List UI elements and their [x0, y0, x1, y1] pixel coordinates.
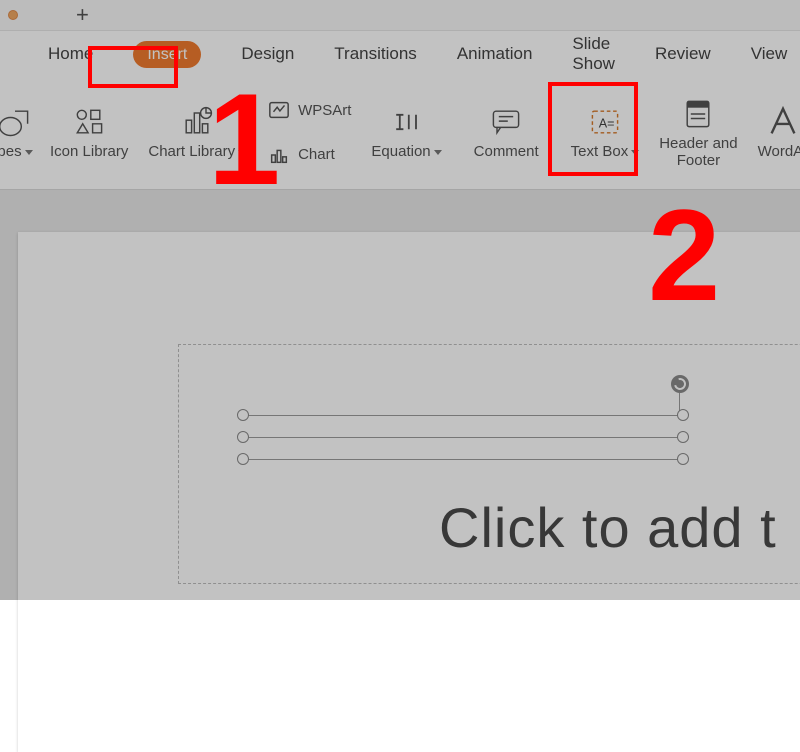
- slide[interactable]: Click to add t: [18, 232, 800, 752]
- tab-slideshow[interactable]: Slide Show: [568, 28, 619, 80]
- header-footer-button[interactable]: Header andFooter: [649, 76, 747, 189]
- menu-bar: Home Insert Design Transitions Animation…: [0, 30, 800, 76]
- rotate-handle-icon[interactable]: [671, 375, 689, 393]
- tab-insert[interactable]: Insert: [129, 38, 205, 70]
- tab-transitions[interactable]: Transitions: [330, 38, 421, 70]
- titlebar: +: [0, 0, 800, 30]
- resize-handle[interactable]: [677, 453, 689, 465]
- shapes-icon: [0, 102, 35, 142]
- icon-library-icon: [69, 102, 109, 142]
- wpsart-icon: [266, 97, 292, 123]
- resize-handle[interactable]: [237, 431, 249, 443]
- text-box-button[interactable]: A= Text Box: [561, 76, 650, 189]
- tab-design[interactable]: Design: [237, 38, 298, 70]
- comment-icon: [486, 102, 526, 142]
- chart-icon: [266, 142, 292, 168]
- equation-icon: [387, 102, 427, 142]
- chart-library-button[interactable]: Chart Library: [138, 76, 256, 189]
- ribbon-insert: pes Icon Library Chart Library WPSArt Ch…: [0, 76, 800, 190]
- tab-review[interactable]: Review: [651, 38, 715, 70]
- wordart-icon: [763, 102, 800, 142]
- resize-handle[interactable]: [677, 409, 689, 421]
- header-footer-icon: [678, 94, 718, 134]
- shapes-button[interactable]: pes: [0, 76, 40, 189]
- tab-animation[interactable]: Animation: [453, 38, 537, 70]
- wpsart-button[interactable]: WPSArt: [266, 97, 351, 123]
- wordart-button[interactable]: WordAr: [748, 76, 800, 189]
- resize-handle[interactable]: [237, 409, 249, 421]
- document-tab-indicator[interactable]: [8, 10, 18, 20]
- tab-view[interactable]: View: [747, 38, 792, 70]
- title-placeholder[interactable]: Click to add t: [178, 344, 800, 584]
- resize-handle[interactable]: [677, 431, 689, 443]
- new-tab-button[interactable]: +: [68, 2, 97, 28]
- slide-canvas[interactable]: Click to add t: [0, 190, 800, 600]
- wpsart-chart-group: WPSArt Chart: [256, 76, 361, 189]
- equation-button[interactable]: Equation: [361, 76, 451, 189]
- icon-library-button[interactable]: Icon Library: [40, 76, 138, 189]
- rotate-stem: [679, 393, 680, 411]
- resize-handle[interactable]: [237, 453, 249, 465]
- chart-button[interactable]: Chart: [266, 142, 335, 168]
- text-box-icon: A=: [585, 102, 625, 142]
- tab-home[interactable]: Home: [44, 38, 97, 70]
- selected-text-box[interactable]: [243, 415, 683, 465]
- title-placeholder-text[interactable]: Click to add t: [439, 495, 777, 560]
- svg-text:A=: A=: [599, 117, 615, 131]
- comment-button[interactable]: Comment: [464, 76, 549, 189]
- chart-library-icon: [177, 102, 217, 142]
